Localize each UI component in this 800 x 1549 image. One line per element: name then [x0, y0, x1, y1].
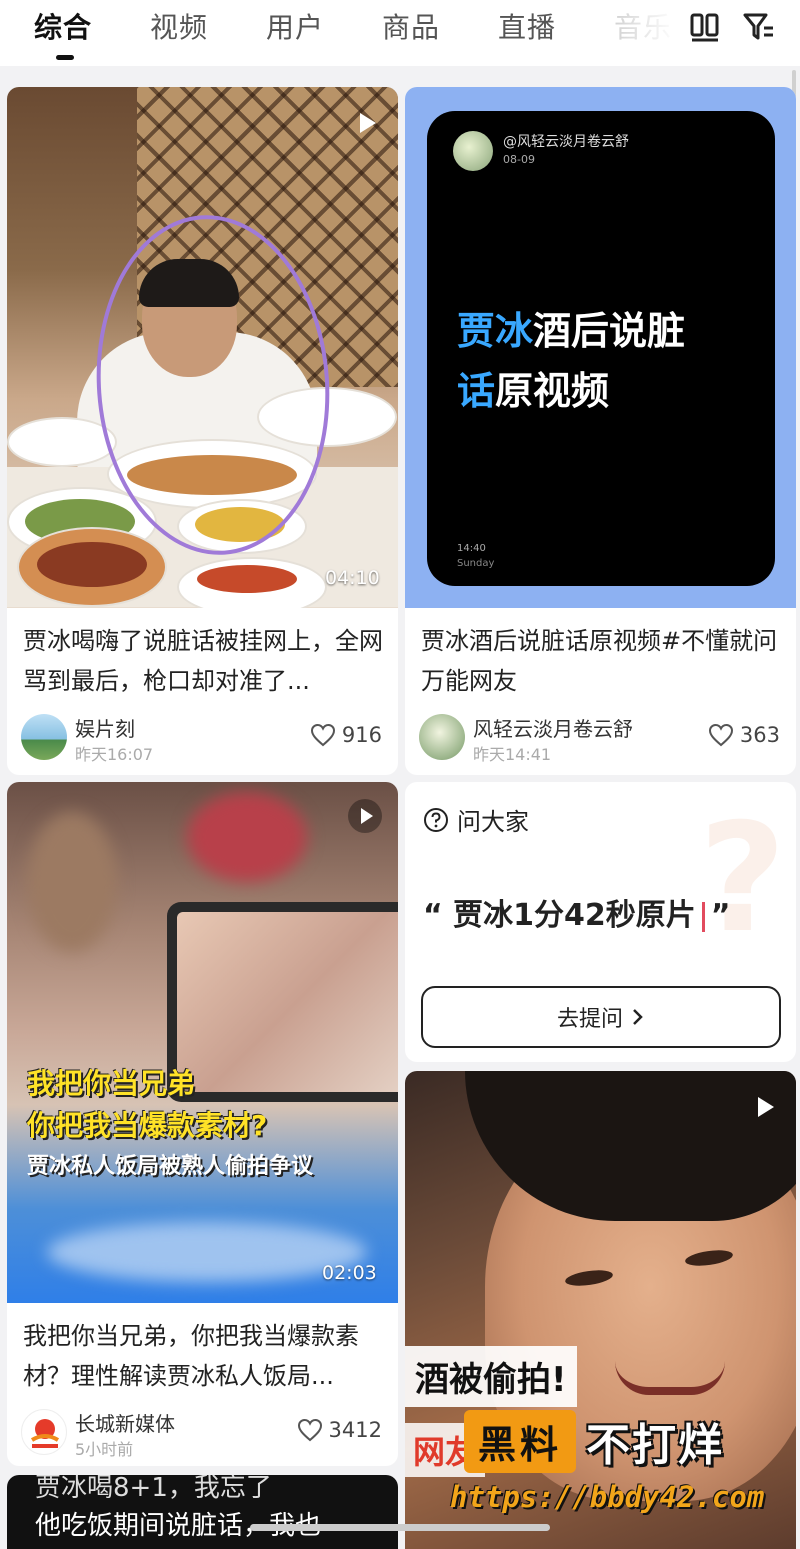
video-duration: 02:03 [322, 1262, 377, 1284]
active-tab-indicator [56, 55, 74, 60]
like-button[interactable]: 363 [708, 723, 780, 747]
ask-everyone-card: ? 问大家 “ 贾冰1分42秒原片” 去提问 [405, 782, 796, 1062]
overlay-caption-1: 贾冰喝8+1，我忘了 [35, 1475, 272, 1503]
video-duration: 04:10 [325, 567, 380, 589]
video-thumbnail[interactable]: 贾冰喝8+1，我忘了 他吃饭期间说脏话，我也 [7, 1475, 398, 1549]
video-thumbnail[interactable]: @风轻云淡月卷云舒 08-09 贾冰酒后说脏 话原视频 14:40 Sunday [405, 87, 796, 608]
heart-icon [708, 723, 733, 747]
card-title[interactable]: 我把你当兄弟，你把我当爆款素材？理性解读贾冰私人饭局... [23, 1316, 384, 1396]
post-date: 08-09 [503, 153, 535, 166]
avatar [453, 131, 493, 171]
overlay-caption-3: 贾冰私人饭局被熟人偷拍争议 [27, 1154, 314, 1179]
tab-live[interactable]: 直播 [498, 6, 556, 46]
post-day: Sunday [457, 558, 495, 569]
channel-logo-icon [30, 1419, 60, 1448]
tab-video[interactable]: 视频 [150, 6, 208, 46]
filter-icon[interactable] [742, 10, 776, 44]
like-count: 363 [739, 723, 780, 747]
card-title[interactable]: 贾冰酒后说脏话原视频#不懂就问万能网友 [421, 621, 782, 701]
video-thumbnail[interactable]: 我把你当兄弟 你把我当爆款素材? 贾冰私人饭局被熟人偷拍争议 02:03 [7, 782, 398, 1303]
author-name[interactable]: 娱片刻 [75, 713, 135, 742]
post-time: 昨天16:07 [75, 745, 154, 764]
like-button[interactable]: 3412 [297, 1418, 382, 1442]
overlay-caption-1: 我把你当兄弟 [27, 1067, 196, 1100]
video-card-5[interactable]: 酒被偷拍! 网友 [405, 1071, 796, 1549]
tab-comprehensive[interactable]: 综合 [34, 6, 92, 46]
question-watermark-icon: ? [698, 792, 786, 966]
like-button[interactable]: 916 [310, 723, 382, 747]
video-card-1[interactable]: 04:10 贾冰喝嗨了说脏话被挂网上，全网骂到最后，枪口却对准了... 娱片刻 … [7, 87, 398, 775]
like-count: 916 [341, 723, 382, 747]
video-card-2[interactable]: @风轻云淡月卷云舒 08-09 贾冰酒后说脏 话原视频 14:40 Sunday … [405, 87, 796, 775]
watermark-url: https://bbdy42.com [450, 1480, 765, 1514]
post-clock: 14:40 [457, 543, 486, 554]
top-tab-bar: 综合 视频 用户 商品 直播 音乐 [0, 0, 800, 66]
avatar[interactable] [419, 714, 465, 760]
post-screenshot: @风轻云淡月卷云舒 08-09 贾冰酒后说脏 话原视频 14:40 Sunday [427, 111, 775, 586]
question-circle-icon [424, 807, 448, 832]
post-time: 昨天14:41 [473, 745, 552, 764]
play-icon [360, 113, 376, 133]
tab-fade-mask [600, 0, 690, 60]
overlay-caption: 酒被偷拍! [405, 1346, 577, 1407]
post-text: 贾冰酒后说脏 话原视频 [457, 309, 686, 413]
grid-toggle-icon[interactable] [688, 10, 722, 44]
avatar[interactable] [21, 714, 67, 760]
like-count: 3412 [328, 1418, 382, 1442]
card-title[interactable]: 贾冰喝嗨了说脏话被挂网上，全网骂到最后，枪口却对准了... [23, 621, 384, 701]
overlay-caption-2: 你把我当爆款素材? [27, 1109, 268, 1142]
avatar[interactable] [21, 1409, 67, 1455]
play-icon [758, 1097, 774, 1117]
author-name[interactable]: 长城新媒体 [75, 1408, 175, 1437]
heart-icon [297, 1418, 322, 1442]
tab-users[interactable]: 用户 [266, 6, 324, 46]
post-handle: @风轻云淡月卷云舒 [503, 134, 629, 150]
home-indicator[interactable] [250, 1524, 550, 1531]
suggested-question[interactable]: “ 贾冰1分42秒原片” [423, 890, 731, 934]
heart-icon [310, 723, 335, 747]
chevron-right-icon [633, 1009, 643, 1025]
ask-question-button[interactable]: 去提问 [421, 986, 781, 1048]
site-watermark: 黑料 不打烊 [464, 1408, 724, 1474]
tablet-device [167, 902, 398, 1102]
ask-header: 问大家 [423, 802, 529, 837]
play-icon [348, 799, 382, 833]
video-thumbnail[interactable]: 酒被偷拍! 网友 [405, 1071, 796, 1549]
video-thumbnail[interactable]: 04:10 [7, 87, 398, 608]
video-card-3[interactable]: 我把你当兄弟 你把我当爆款素材? 贾冰私人饭局被熟人偷拍争议 02:03 我把你… [7, 782, 398, 1466]
tab-products[interactable]: 商品 [382, 6, 440, 46]
video-card-6[interactable]: 贾冰喝8+1，我忘了 他吃饭期间说脏话，我也 [7, 1475, 398, 1549]
post-time: 5小时前 [75, 1440, 134, 1459]
author-name[interactable]: 风轻云淡月卷云舒 [473, 713, 633, 742]
